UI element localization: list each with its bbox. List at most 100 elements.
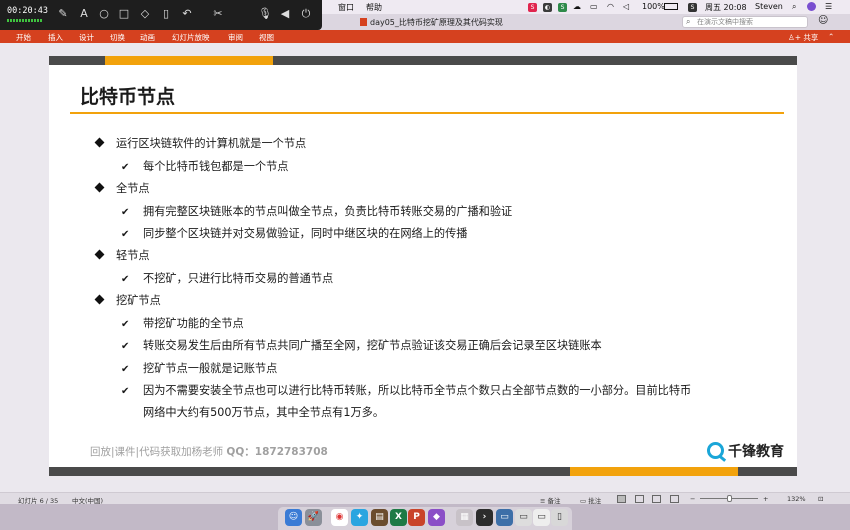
checkmark-icon: ✔: [121, 274, 130, 285]
top-accent-orange: [105, 56, 273, 65]
undo-icon[interactable]: ↶: [181, 8, 193, 20]
status-bar: 幻灯片 6 / 35 中文(中国) ≡ 备注 ▭ 批注 − + 132% ⊡: [0, 492, 850, 505]
document-app-icon[interactable]: ▭: [533, 509, 550, 526]
sub-bullet: ✔ 同步整个区块链并对交易做验证，同时中继区块的在网络上的传播: [121, 225, 467, 241]
normal-view-icon[interactable]: [617, 495, 626, 503]
screen-icon[interactable]: ▭: [496, 509, 513, 526]
microphone-icon[interactable]: 🎙: [258, 8, 272, 20]
slide-canvas[interactable]: 比特币节点 运行区块链软件的计算机就是一个节点 ✔ 每个比特币钱包都是一个节点 全…: [49, 56, 797, 476]
fit-slide-icon[interactable]: ⊡: [818, 495, 823, 503]
speaker-icon[interactable]: ◀: [279, 8, 291, 20]
volume-icon[interactable]: ◁: [623, 2, 629, 11]
reading-view-icon[interactable]: [652, 495, 661, 503]
status-app-icon[interactable]: S: [528, 2, 537, 12]
sub-bullet: ✔ 因为不需要安装全节点也可以进行比特币转账，所以比特币全节点个数只占全部节点数的…: [121, 382, 691, 398]
circle-icon[interactable]: ○: [98, 8, 110, 20]
notes-app-icon[interactable]: ▤: [371, 509, 388, 526]
menu-item-window[interactable]: 窗口: [338, 2, 354, 13]
zoom-level[interactable]: 132%: [787, 495, 806, 503]
checkmark-icon: ✔: [121, 341, 130, 352]
launchpad-icon[interactable]: 🚀: [305, 509, 322, 526]
title-underline: [70, 112, 784, 114]
zoom-slider-thumb[interactable]: [727, 495, 732, 502]
diamond-bullet-icon: [94, 137, 105, 148]
siri-icon[interactable]: [807, 2, 816, 13]
power-icon[interactable]: ⏻: [300, 8, 312, 20]
slideshow-view-icon[interactable]: [670, 495, 679, 503]
checkmark-icon: ✔: [121, 162, 130, 173]
sub-bullet-text: 带挖矿功能的全节点: [143, 317, 244, 330]
archive-icon[interactable]: ▦: [456, 509, 473, 526]
tab-design[interactable]: 设计: [79, 32, 94, 43]
chrome-icon[interactable]: ◉: [331, 509, 348, 526]
slide-sorter-icon[interactable]: [635, 495, 644, 503]
display-icon[interactable]: ▭: [590, 2, 598, 11]
notification-center-icon[interactable]: ☰: [825, 2, 832, 11]
share-button[interactable]: ♙+ 共享: [788, 32, 818, 43]
sub-bullet: ✔ 转账交易发生后由所有节点共同广播至全网，挖矿节点验证该交易正确后会记录至区块链…: [121, 337, 602, 353]
bullet-text: 挖矿节点: [116, 294, 161, 307]
sub-bullet: ✔ 每个比特币钱包都是一个节点: [121, 158, 288, 174]
preview-icon[interactable]: ▭: [515, 509, 532, 526]
sub-bullet-continuation: 网络中大约有500万节点，其中全节点有1万多。: [143, 406, 385, 419]
search-input[interactable]: ⌕ 在演示文稿中搜索: [682, 16, 808, 28]
rectangle-icon[interactable]: □: [118, 8, 130, 20]
powerpoint-icon[interactable]: P: [408, 509, 425, 526]
app-icon[interactable]: ◆: [428, 509, 445, 526]
eraser-icon[interactable]: ◇: [139, 8, 151, 20]
menu-item-help[interactable]: 帮助: [366, 2, 382, 13]
cloud-icon[interactable]: ☁: [573, 2, 581, 11]
excel-icon[interactable]: X: [390, 509, 407, 526]
scissors-icon[interactable]: ✂: [212, 8, 224, 20]
smiley-feedback-icon[interactable]: ☺: [818, 15, 828, 26]
clock[interactable]: 周五 20:08: [705, 2, 747, 13]
tab-view[interactable]: 视图: [259, 32, 274, 43]
sub-bullet: ✔ 拥有完整区块链账本的节点叫做全节点，负责比特币转账交易的广播和验证: [121, 203, 512, 219]
sub-bullet-text: 挖矿节点一般就是记账节点: [143, 362, 278, 375]
tab-review[interactable]: 审阅: [228, 32, 243, 43]
diamond-bullet-icon: [94, 249, 105, 260]
bullet-text: 运行区块链软件的计算机就是一个节点: [116, 137, 307, 150]
tab-home[interactable]: 开始: [16, 32, 31, 43]
slide-workspace[interactable]: 比特币节点 运行区块链软件的计算机就是一个节点 ✔ 每个比特币钱包都是一个节点 全…: [0, 43, 850, 492]
checkmark-icon: ✔: [121, 386, 130, 397]
sub-bullet: ✔ 不挖矿，只进行比特币交易的普通节点: [121, 270, 333, 286]
document-icon: [360, 18, 367, 26]
spotlight-icon[interactable]: ⌕: [792, 2, 796, 12]
text-icon[interactable]: A: [78, 8, 90, 20]
zoom-in-button[interactable]: +: [763, 495, 768, 503]
finder-icon[interactable]: ☺: [285, 509, 302, 526]
wechat-icon[interactable]: ◐: [543, 2, 552, 12]
status-app2-icon[interactable]: S: [558, 2, 567, 12]
diamond-bullet-icon: [94, 294, 105, 305]
add-person-icon: ♙+: [788, 33, 802, 42]
sub-bullet: ✔ 挖矿节点一般就是记账节点: [121, 360, 277, 376]
input-source-icon[interactable]: S: [688, 2, 697, 12]
user-name[interactable]: Steven: [755, 2, 783, 11]
tab-animations[interactable]: 动画: [140, 32, 155, 43]
wifi-icon[interactable]: ◠: [607, 2, 614, 11]
checkmark-icon: ✔: [121, 229, 130, 240]
battery-icon[interactable]: [664, 3, 678, 10]
zoom-out-button[interactable]: −: [690, 495, 695, 503]
sub-bullet-text: 拥有完整区块链账本的节点叫做全节点，负责比特币转账交易的广播和验证: [143, 205, 513, 218]
search-placeholder: 在演示文稿中搜索: [697, 18, 753, 26]
dock: ☺ 🚀 ◉ ✦ ▤ X P ◆ ▦ › ▭ ▭ ▭ ▯: [0, 504, 850, 530]
trash-icon[interactable]: ▯: [160, 8, 172, 20]
audio-level-meter: [7, 19, 43, 22]
pen-icon[interactable]: ✎: [57, 8, 69, 20]
slide-footer: 回放|课件|代码获取加杨老师 QQ：1872783708: [90, 444, 328, 459]
trash-dock-icon[interactable]: ▯: [551, 509, 568, 526]
document-title: day05_比特币挖矿原理及其代码实现: [360, 17, 503, 28]
terminal-icon[interactable]: ›: [476, 509, 493, 526]
collapse-ribbon-icon[interactable]: ⌃: [828, 32, 834, 41]
safari-icon[interactable]: ✦: [351, 509, 368, 526]
search-icon: ⌕: [686, 17, 691, 26]
tab-slideshow[interactable]: 幻灯片放映: [172, 32, 210, 43]
logo-text: 千锋教育: [728, 444, 784, 460]
sub-bullet: ✔ 带挖矿功能的全节点: [121, 315, 244, 331]
checkmark-icon: ✔: [121, 364, 130, 375]
tab-insert[interactable]: 插入: [48, 32, 63, 43]
tab-transitions[interactable]: 切换: [110, 32, 125, 43]
battery-percent: 100%: [642, 2, 665, 11]
